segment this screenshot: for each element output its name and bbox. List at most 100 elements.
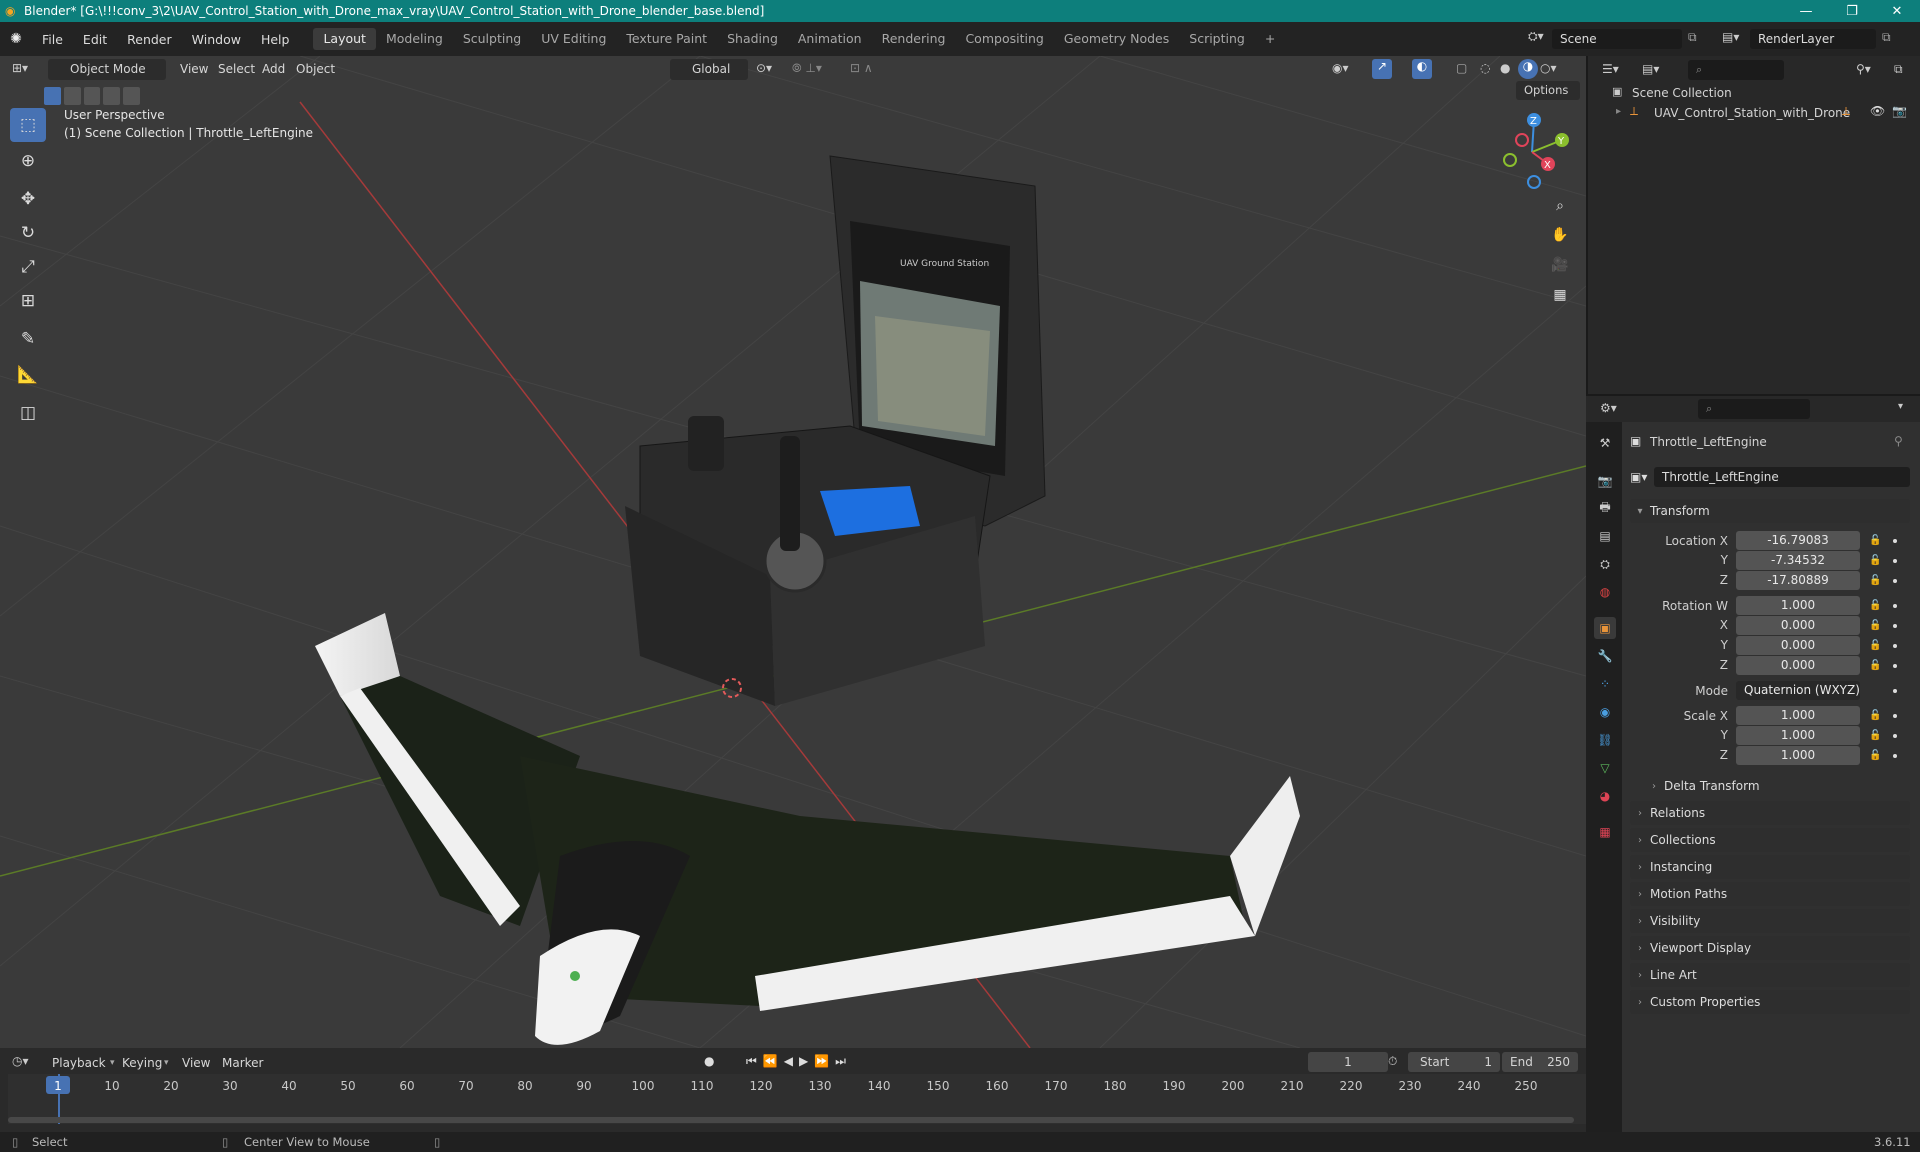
add-cube-tool[interactable]: ◫ [10,396,46,430]
select-extend-icon[interactable] [63,87,81,105]
tab-sculpting[interactable]: Sculpting [453,28,531,50]
tab-geometry-nodes[interactable]: Geometry Nodes [1054,28,1179,50]
output-tab-icon[interactable]: 🖶 [1594,497,1616,519]
menu-object[interactable]: Object [288,59,343,79]
orientation-selector[interactable]: Global [670,59,748,80]
lock-icon[interactable]: 🔓 [1869,640,1881,651]
viewport-3d[interactable]: UAV Ground Station ⊞▾ Object Mode View S… [0,56,1586,1048]
snap-icon[interactable]: ⦾ ⊥▾ [792,61,822,76]
keyframe-dot[interactable] [1893,644,1897,648]
properties-search-input[interactable]: ⌕ [1698,399,1810,419]
keyframe-dot[interactable] [1893,604,1897,608]
properties-options-icon[interactable]: ▾ [1898,401,1903,412]
lock-icon[interactable]: 🔓 [1869,710,1881,721]
tab-compositing[interactable]: Compositing [955,28,1053,50]
scene-selector[interactable]: Scene [1552,29,1682,49]
measure-tool[interactable]: 📐 [10,358,46,392]
location-y-field[interactable]: -7.34532 [1736,551,1860,570]
close-button[interactable]: ✕ [1874,0,1920,22]
outliner-editor-icon[interactable]: ☰▾ [1602,62,1619,76]
render-tab-icon[interactable]: 📷 [1594,470,1616,492]
timeline-menu-marker[interactable]: Marker [214,1053,271,1073]
lock-icon[interactable]: 🔓 [1869,750,1881,761]
menu-window[interactable]: Window [182,32,251,47]
transform-panel-header[interactable]: ▾ Transform [1630,499,1910,523]
scene-icon[interactable]: ⛭▾ [1528,29,1544,44]
material-shading-icon[interactable]: ◑ [1518,59,1538,79]
cursor-tool[interactable]: ⊕ [10,144,46,178]
record-icon[interactable]: ● [704,1054,714,1068]
rotation-mode-select[interactable]: Quaternion (WXYZ) [1736,681,1860,700]
keyframe-dot[interactable] [1893,539,1897,543]
select-intersect-icon[interactable] [123,87,140,105]
lock-icon[interactable]: 🔓 [1869,575,1881,586]
select-invert-icon[interactable] [103,87,121,105]
scale-tool[interactable]: ⤢ [10,250,46,284]
timeline-menu-keying[interactable]: Keying [114,1053,170,1073]
lock-icon[interactable]: 🔓 [1869,535,1881,546]
keyframe-dot[interactable] [1893,714,1897,718]
viewport-display-panel[interactable]: › Viewport Display [1630,936,1910,960]
material-tab-icon[interactable]: ◕ [1594,785,1616,807]
pin-icon[interactable]: ⚲ [1894,434,1903,448]
current-frame-field[interactable]: 1 [1308,1052,1388,1072]
solid-shading-icon[interactable]: ● [1500,61,1510,75]
zoom-icon[interactable]: ⌕ [1547,193,1573,219]
collections-panel[interactable]: › Collections [1630,828,1910,852]
maximize-button[interactable]: ❐ [1829,0,1875,22]
gizmo-toggle-icon[interactable]: ↗ [1372,59,1392,79]
scale-x-field[interactable]: 1.000 [1736,706,1860,725]
menu-render[interactable]: Render [117,32,182,47]
rotate-tool[interactable]: ↻ [10,216,46,250]
mode-selector[interactable]: Object Mode [48,59,166,80]
timeline-editor-icon[interactable]: ◷▾ [12,1054,29,1068]
rotation-w-field[interactable]: 1.000 [1736,596,1860,615]
keyframe-dot[interactable] [1893,754,1897,758]
end-frame-field[interactable]: End 250 [1502,1052,1578,1072]
lock-icon[interactable]: 🔓 [1869,730,1881,741]
rotation-y-field[interactable]: 0.000 [1736,636,1860,655]
properties-editor-icon[interactable]: ⚙▾ [1600,401,1617,415]
lock-icon[interactable]: 🔓 [1869,600,1881,611]
rotation-x-field[interactable]: 0.000 [1736,616,1860,635]
editor-type-icon[interactable]: ⊞▾ [12,61,28,75]
location-z-field[interactable]: -17.80889 [1736,571,1860,590]
pan-hand-icon[interactable]: ✋ [1547,222,1573,248]
playback-controls-icon[interactable]: ⏮⏪◀▶⏩⏭ [746,1054,852,1069]
tab-scripting[interactable]: Scripting [1179,28,1255,50]
proportional-edit-icon[interactable]: ⊡ ∧ [850,61,873,75]
ortho-grid-icon[interactable]: ▦ [1547,282,1573,308]
display-mode-icon[interactable]: ▤▾ [1642,62,1659,76]
filter-icon[interactable]: ⚲▾ [1856,62,1871,76]
new-collection-icon[interactable]: ⧉ [1894,62,1903,77]
tab-texture-paint[interactable]: Texture Paint [616,28,717,50]
render-layer-icon[interactable]: ▤▾ [1722,30,1739,44]
menu-file[interactable]: File [32,32,73,47]
timeline-scrollbar[interactable] [8,1117,1574,1123]
options-dropdown[interactable]: Options [1516,81,1580,100]
location-x-field[interactable]: -16.79083 [1736,531,1860,550]
navigation-gizmo[interactable]: Z Y X [1496,112,1576,192]
object-name-field[interactable]: Throttle_LeftEngine [1654,467,1910,487]
line-art-panel[interactable]: › Line Art [1630,963,1910,987]
expand-icon[interactable]: ▸ [1616,106,1621,117]
tool-tab-icon[interactable]: ⚒ [1594,432,1616,454]
blender-menu-icon[interactable]: ✺ [0,31,32,47]
minimize-button[interactable]: — [1783,0,1829,22]
tab-rendering[interactable]: Rendering [872,28,956,50]
lock-icon[interactable]: 🔓 [1869,660,1881,671]
tab-layout[interactable]: Layout [313,28,376,50]
keyframe-dot[interactable] [1893,579,1897,583]
menu-help[interactable]: Help [251,32,300,47]
outliner-search-input[interactable]: ⌕ [1688,60,1784,80]
pivot-icon[interactable]: ⊙▾ [756,61,772,75]
tab-modeling[interactable]: Modeling [376,28,453,50]
rendered-shading-icon[interactable]: ○▾ [1540,61,1557,75]
lock-icon[interactable]: 🔓 [1869,555,1881,566]
xray-icon[interactable]: ▢ [1456,61,1467,75]
timer-icon[interactable]: ⏱ [1388,1054,1397,1069]
custom-properties-panel[interactable]: › Custom Properties [1630,990,1910,1014]
start-frame-field[interactable]: Start 1 [1408,1052,1500,1072]
keyframe-dot[interactable] [1893,559,1897,563]
keyframe-dot[interactable] [1893,734,1897,738]
